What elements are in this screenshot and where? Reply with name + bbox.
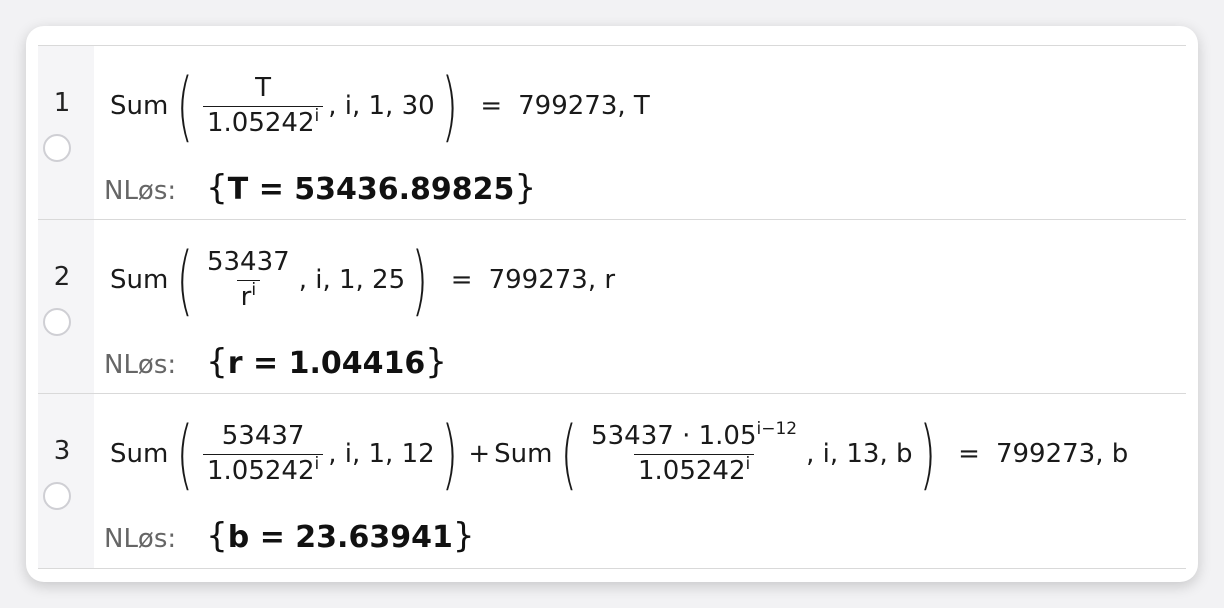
rhs-expression: 799273, r	[488, 265, 616, 295]
sum-function: Sum	[110, 91, 169, 121]
rhs-expression: 799273, T	[518, 91, 650, 121]
output-result: NLøs: {b = 23.63941}	[104, 516, 474, 556]
cas-row-1[interactable]: 1 Sum ( T 1.05242i , i, 1, 30 ) = 799273…	[38, 45, 1186, 220]
visibility-toggle[interactable]	[43, 482, 71, 510]
visibility-toggle[interactable]	[43, 308, 71, 336]
numerator: T	[255, 72, 272, 103]
cas-row-3[interactable]: 3 Sum ( 53437 1.05242i , i, 1, 12 ) + Su…	[38, 393, 1186, 569]
close-paren: )	[411, 235, 429, 324]
close-paren: )	[441, 409, 458, 498]
denominator: ri	[236, 279, 261, 313]
denominator: 1.05242i	[202, 105, 324, 139]
command-label: NLøs:	[104, 524, 177, 554]
row-gutter	[38, 220, 94, 394]
row-number: 1	[53, 88, 71, 118]
input-expression[interactable]: Sum ( 53437 1.05242i , i, 1, 12 ) + Sum …	[110, 408, 1128, 500]
sum-arguments: , i, 13, b	[806, 439, 913, 469]
solution: {r = 1.04416}	[206, 342, 447, 382]
solution: {T = 53436.89825}	[206, 168, 537, 208]
open-paren: (	[561, 409, 578, 498]
equals-sign: =	[480, 91, 503, 121]
denominator: 1.05242i	[202, 453, 324, 487]
equals-sign: =	[958, 439, 980, 469]
input-expression[interactable]: Sum ( 53437 ri , i, 1, 25 ) = 799273, r	[110, 234, 615, 326]
sum-arguments: , i, 1, 12	[328, 439, 435, 469]
output-result: NLøs: {T = 53436.89825}	[104, 168, 536, 208]
equals-sign: =	[450, 265, 473, 295]
row-number: 3	[53, 436, 71, 466]
fraction: T 1.05242i	[202, 72, 324, 139]
close-paren: )	[919, 409, 936, 498]
solution: {b = 23.63941}	[206, 516, 475, 556]
sum-function: Sum	[110, 265, 169, 295]
command-label: NLøs:	[104, 176, 177, 206]
numerator: 53437 · 1.05i−12	[591, 418, 798, 451]
open-paren: (	[176, 61, 194, 150]
visibility-toggle[interactable]	[43, 134, 71, 162]
output-result: NLøs: {r = 1.04416}	[104, 342, 447, 382]
input-expression[interactable]: Sum ( T 1.05242i , i, 1, 30 ) = 799273, …	[110, 60, 650, 152]
sum-function: Sum	[494, 439, 553, 469]
cas-row-2[interactable]: 2 Sum ( 53437 ri , i, 1, 25 ) = 799273, …	[38, 219, 1186, 394]
row-number: 2	[53, 262, 71, 292]
cas-view: 1 Sum ( T 1.05242i , i, 1, 30 ) = 799273…	[26, 26, 1198, 582]
open-paren: (	[176, 235, 194, 324]
fraction: 53437 1.05242i	[202, 420, 324, 487]
fraction: 53437 · 1.05i−12 1.05242i	[587, 418, 801, 487]
rhs-expression: 799273, b	[995, 439, 1129, 469]
sum-arguments: , i, 1, 30	[328, 91, 435, 121]
row-gutter	[38, 46, 94, 220]
close-paren: )	[441, 61, 458, 150]
numerator: 53437	[206, 246, 290, 277]
sum-function: Sum	[110, 439, 169, 469]
plus-sign: +	[468, 439, 491, 469]
open-paren: (	[176, 409, 194, 498]
fraction: 53437 ri	[203, 246, 294, 313]
numerator: 53437	[221, 420, 305, 451]
command-label: NLøs:	[104, 350, 177, 380]
sum-arguments: , i, 1, 25	[298, 265, 406, 295]
denominator: 1.05242i	[633, 453, 755, 487]
row-gutter	[38, 394, 94, 568]
